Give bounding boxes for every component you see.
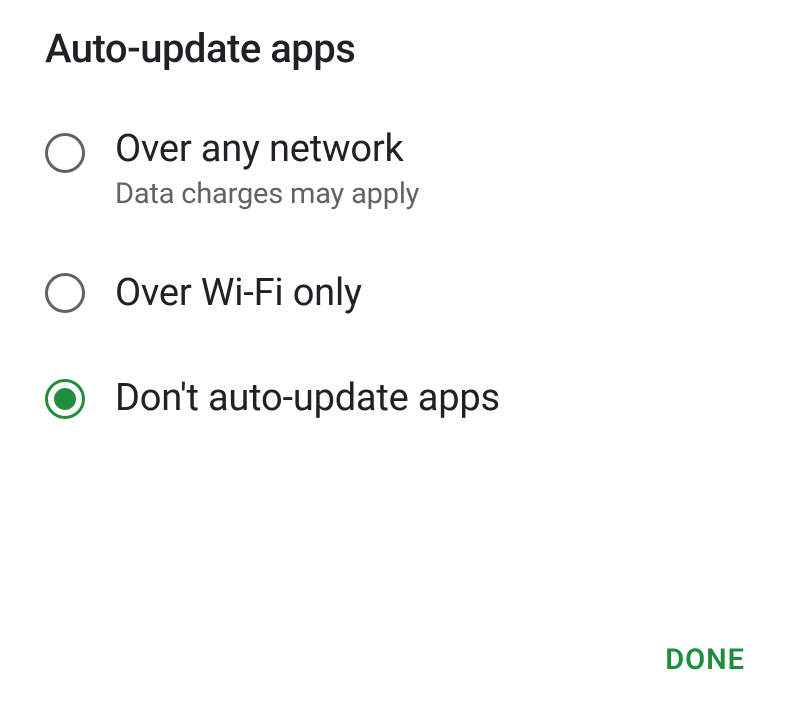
radio-unchecked-icon xyxy=(45,273,85,313)
option-label: Over Wi-Fi only xyxy=(115,271,362,317)
option-label: Over any network xyxy=(115,127,419,173)
option-text: Don't auto-update apps xyxy=(115,376,500,422)
option-over-any-network[interactable]: Over any network Data charges may apply xyxy=(45,127,760,211)
option-dont-auto-update[interactable]: Don't auto-update apps xyxy=(45,376,760,422)
option-text: Over Wi-Fi only xyxy=(115,271,362,317)
option-sublabel: Data charges may apply xyxy=(115,177,419,211)
done-button[interactable]: DONE xyxy=(665,643,745,677)
option-over-wifi-only[interactable]: Over Wi-Fi only xyxy=(45,271,760,317)
option-text: Over any network Data charges may apply xyxy=(115,127,419,211)
radio-group: Over any network Data charges may apply … xyxy=(45,127,760,422)
radio-unchecked-icon xyxy=(45,133,85,173)
dialog-title: Auto-update apps xyxy=(45,25,760,72)
radio-checked-icon xyxy=(45,379,85,419)
option-label: Don't auto-update apps xyxy=(115,376,500,422)
